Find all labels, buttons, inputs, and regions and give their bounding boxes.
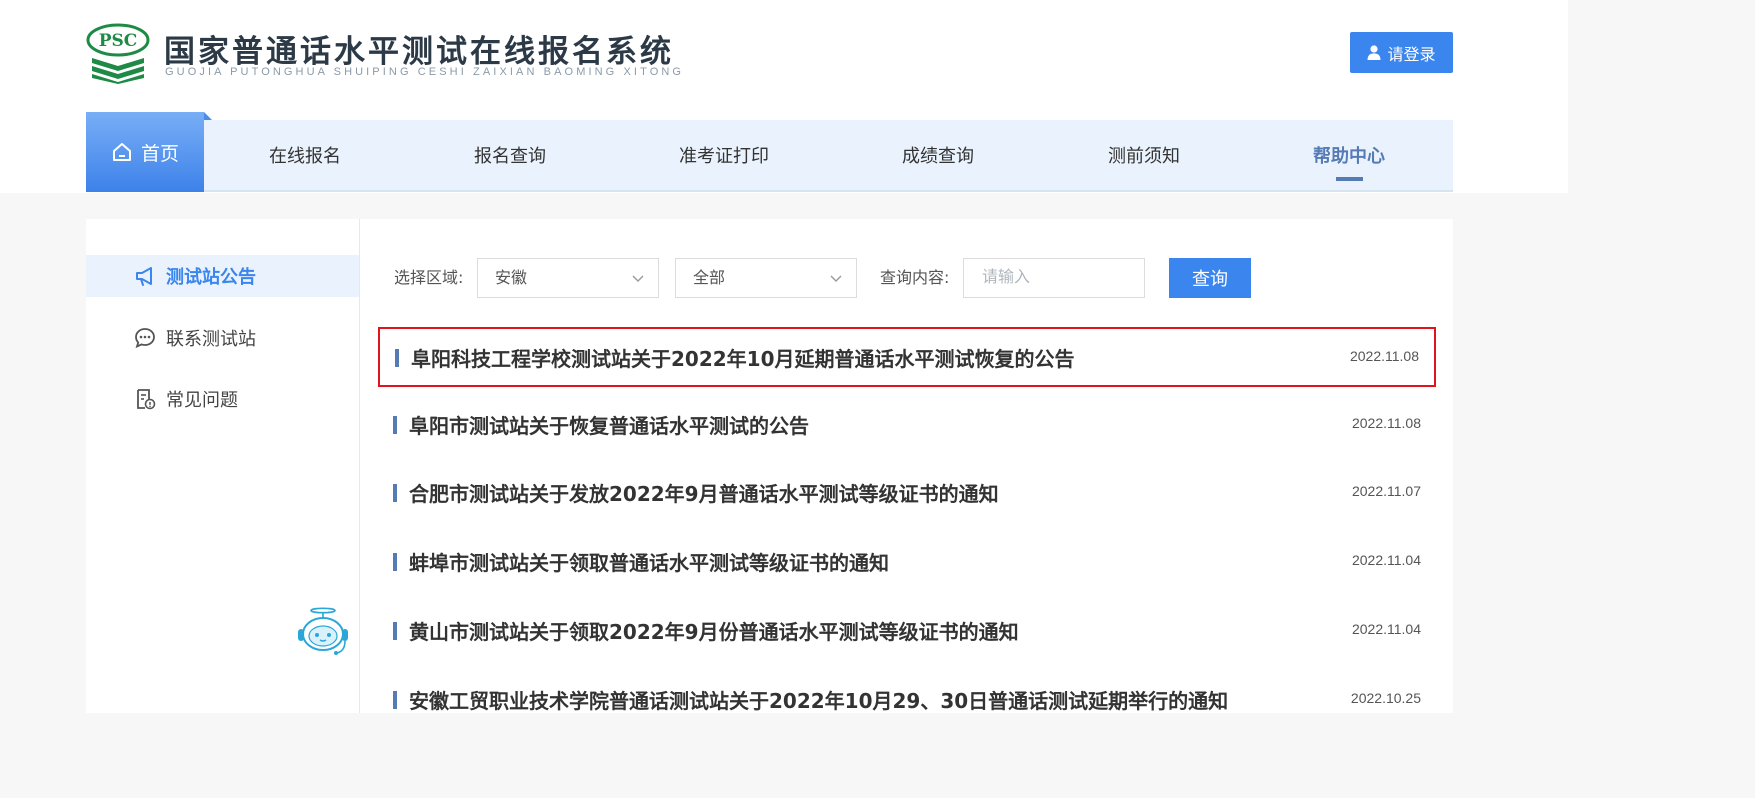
search-button[interactable]: 查询	[1169, 258, 1251, 298]
sidebar-item-label: 测试站公告	[166, 267, 256, 288]
list-item[interactable]: 阜阳科技工程学校测试站关于2022年10月延期普通话水平测试恢复的公告 2022…	[378, 327, 1436, 387]
content-card: 测试站公告 联系测试站 常见问题 选择区域: 安徽 全部 查询内容: 请输入 查…	[86, 219, 1453, 713]
list-item-title[interactable]: 合肥市测试站关于发放2022年9月普通话水平测试等级证书的通知	[409, 478, 999, 507]
chevron-down-icon	[830, 275, 842, 282]
list-item-marker	[395, 349, 399, 367]
region-label: 选择区域:	[394, 268, 464, 287]
list-item-title[interactable]: 蚌埠市测试站关于领取普通话水平测试等级证书的通知	[409, 547, 889, 576]
list-item-title[interactable]: 安徽工贸职业技术学院普通话测试站关于2022年10月29、30日普通话测试延期举…	[409, 685, 1228, 714]
home-icon	[112, 143, 131, 161]
filter-bar: 选择区域: 安徽 全部 查询内容: 查询	[394, 258, 1394, 298]
list-item-marker	[393, 416, 397, 434]
list-item-date: 2022.11.08	[1351, 415, 1421, 431]
nav-registration-query[interactable]: 报名查询	[474, 120, 546, 190]
category-select-value: 全部	[693, 268, 726, 287]
nav-admission-ticket-print[interactable]: 准考证打印	[679, 120, 769, 190]
nav-score-query[interactable]: 成绩查询	[902, 120, 974, 190]
nav-active-indicator	[1336, 177, 1363, 181]
sidebar: 测试站公告 联系测试站 常见问题	[86, 219, 360, 713]
chevron-down-icon	[632, 275, 644, 282]
megaphone-icon	[136, 267, 152, 286]
list-item-title[interactable]: 阜阳科技工程学校测试站关于2022年10月延期普通话水平测试恢复的公告	[411, 343, 1075, 372]
faq-document-icon	[137, 389, 156, 410]
sidebar-item-label: 联系测试站	[166, 329, 256, 350]
list-item-title[interactable]: 阜阳市测试站关于恢复普通话水平测试的公告	[409, 410, 809, 439]
list-item[interactable]: 黄山市测试站关于领取2022年9月份普通话水平测试等级证书的通知 2022.11…	[378, 602, 1436, 662]
list-item-marker	[393, 553, 397, 571]
sidebar-item-contact-station[interactable]: 联系测试站	[86, 317, 359, 359]
site-title: 国家普通话水平测试在线报名系统	[164, 34, 674, 70]
site-logo[interactable]: PSC 国家普通话水平测试在线报名系统 GUOJIA PUTONGHUA SHU…	[86, 20, 686, 86]
query-label: 查询内容:	[880, 268, 950, 287]
nav-home-label: 首页	[140, 142, 179, 165]
sidebar-item-announcements[interactable]: 测试站公告	[86, 255, 359, 297]
list-item-marker	[393, 622, 397, 640]
nav-home[interactable]: 首页	[86, 112, 212, 192]
chat-icon	[135, 328, 155, 349]
login-button[interactable]: 请登录	[1350, 32, 1453, 73]
list-item-title[interactable]: 黄山市测试站关于领取2022年9月份普通话水平测试等级证书的通知	[409, 616, 1019, 645]
list-item-date: 2022.11.04	[1351, 552, 1421, 568]
user-icon	[1367, 45, 1381, 60]
list-item-marker	[393, 484, 397, 502]
list-item[interactable]: 安徽工贸职业技术学院普通话测试站关于2022年10月29、30日普通话测试延期举…	[378, 671, 1436, 731]
sidebar-item-faq[interactable]: 常见问题	[86, 378, 359, 420]
psc-emblem-icon: PSC	[86, 23, 150, 84]
main-nav: 首页 在线报名 报名查询 准考证打印 成绩查询 测前须知 帮助中心	[86, 112, 1453, 192]
list-item-date: 2022.10.25	[1350, 690, 1421, 706]
list-item[interactable]: 合肥市测试站关于发放2022年9月普通话水平测试等级证书的通知 2022.11.…	[378, 464, 1436, 524]
query-input[interactable]	[963, 258, 1145, 298]
list-item-date: 2022.11.07	[1351, 483, 1421, 499]
region-select-value: 安徽	[495, 268, 528, 287]
list-item[interactable]: 蚌埠市测试站关于领取普通话水平测试等级证书的通知 2022.11.04	[378, 533, 1436, 593]
nav-online-registration[interactable]: 在线报名	[269, 120, 341, 190]
robot-assistant-icon[interactable]	[293, 607, 353, 659]
list-item-date: 2022.11.08	[1349, 348, 1419, 364]
region-select[interactable]: 安徽	[477, 258, 659, 298]
site-subtitle: GUOJIA PUTONGHUA SHUIPING CESHI ZAIXIAN …	[165, 66, 685, 78]
svg-text:PSC: PSC	[99, 31, 138, 51]
category-select[interactable]: 全部	[675, 258, 857, 298]
sidebar-item-label: 常见问题	[166, 390, 238, 411]
list-item-marker	[393, 691, 397, 709]
list-item-date: 2022.11.04	[1351, 621, 1421, 637]
login-label: 请登录	[1387, 44, 1436, 64]
nav-test-notice[interactable]: 测前须知	[1108, 120, 1180, 190]
list-item[interactable]: 阜阳市测试站关于恢复普通话水平测试的公告 2022.11.08	[378, 396, 1436, 456]
